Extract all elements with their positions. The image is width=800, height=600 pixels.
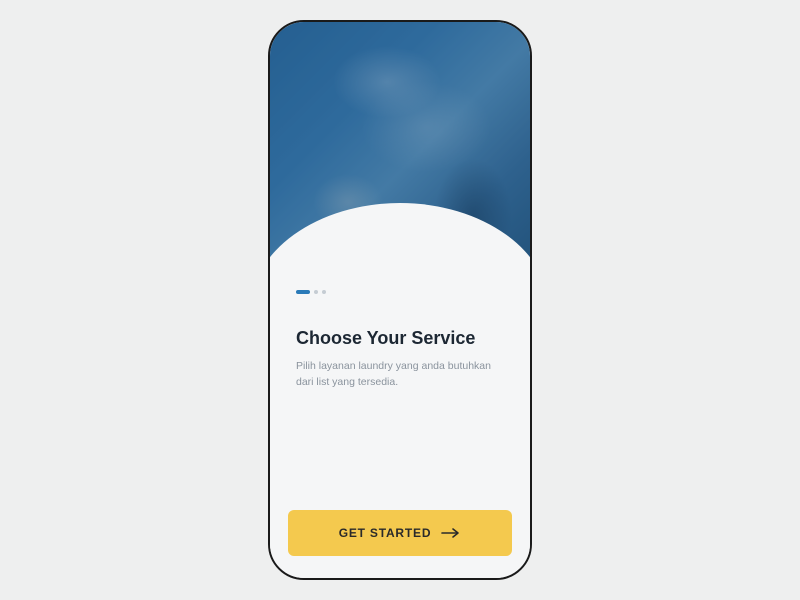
- get-started-label: GET STARTED: [339, 526, 432, 540]
- get-started-button[interactable]: GET STARTED: [288, 510, 512, 556]
- page-dot-3[interactable]: [322, 290, 326, 294]
- onboarding-subtitle: Pilih layanan laundry yang anda butuhkan…: [296, 359, 496, 391]
- page-dot-2[interactable]: [314, 290, 318, 294]
- page-indicators: [296, 290, 326, 294]
- page-dot-1[interactable]: [296, 290, 310, 294]
- onboarding-title: Choose Your Service: [296, 328, 504, 349]
- phone-frame: Choose Your Service Pilih layanan laundr…: [268, 20, 532, 580]
- onboarding-content: Choose Your Service Pilih layanan laundr…: [270, 322, 530, 578]
- hero-image: [270, 22, 530, 322]
- hero-curve: [270, 203, 530, 322]
- arrow-right-icon: [441, 527, 461, 539]
